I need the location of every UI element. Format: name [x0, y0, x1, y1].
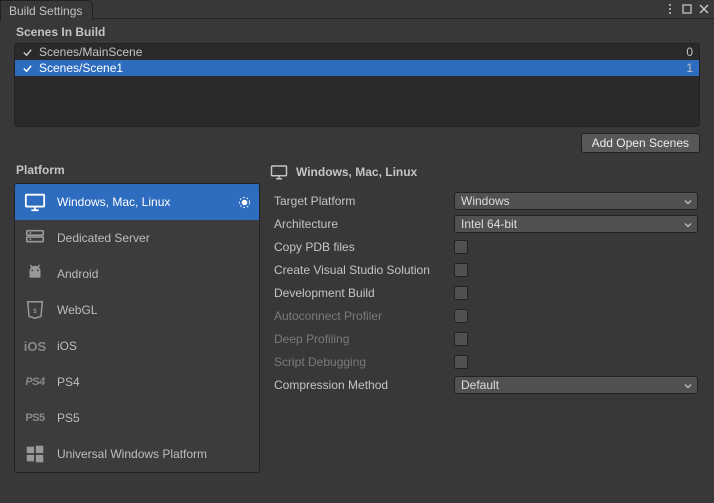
current-target-icon [237, 195, 251, 209]
window-title: Build Settings [9, 4, 82, 18]
select-value: Intel 64-bit [461, 217, 517, 231]
field-development-build: Development Build [270, 283, 698, 302]
maximize-icon[interactable] [680, 2, 694, 16]
copy-pdb-checkbox[interactable] [454, 240, 468, 254]
android-icon [23, 262, 47, 286]
platform-list: Windows, Mac, Linux Dedicated Server And… [14, 183, 260, 473]
ps4-icon: PS4 [23, 370, 47, 394]
window-tab[interactable]: Build Settings [0, 0, 93, 21]
ps5-icon: PS5 [23, 406, 47, 430]
html5-icon: 5 [23, 298, 47, 322]
ios-icon: iOS [23, 334, 47, 358]
scenes-list[interactable]: Scenes/MainScene 0 Scenes/Scene1 1 [14, 43, 700, 127]
platform-item-dedicated-server[interactable]: Dedicated Server [15, 220, 259, 256]
add-open-scenes-button[interactable]: Add Open Scenes [581, 133, 700, 153]
chevron-down-icon [683, 196, 693, 206]
field-deep-profiling: Deep Profiling [270, 329, 698, 348]
platform-item-webgl[interactable]: 5 WebGL [15, 292, 259, 328]
field-label: Deep Profiling [270, 332, 454, 346]
platform-label: Universal Windows Platform [57, 447, 251, 461]
scene-index: 1 [686, 61, 693, 75]
field-compression-method: Compression Method Default [270, 375, 698, 394]
chevron-down-icon [683, 380, 693, 390]
architecture-select[interactable]: Intel 64-bit [454, 215, 698, 233]
close-icon[interactable] [697, 2, 711, 16]
chevron-down-icon [683, 219, 693, 229]
platform-label: PS5 [57, 411, 251, 425]
field-label: Create Visual Studio Solution [270, 263, 454, 277]
select-value: Default [461, 378, 499, 392]
dev-build-checkbox[interactable] [454, 286, 468, 300]
checkbox-checked-icon[interactable] [21, 62, 33, 74]
scene-row[interactable]: Scenes/Scene1 1 [15, 60, 699, 76]
scenes-header: Scenes In Build [0, 19, 714, 43]
platform-label: Windows, Mac, Linux [57, 195, 227, 209]
platform-item-ps4[interactable]: PS4 PS4 [15, 364, 259, 400]
field-create-vs-solution: Create Visual Studio Solution [270, 260, 698, 279]
script-debug-checkbox [454, 355, 468, 369]
platform-label: Dedicated Server [57, 231, 251, 245]
monitor-icon [270, 163, 288, 181]
select-value: Windows [461, 194, 510, 208]
field-label: Autoconnect Profiler [270, 309, 454, 323]
scene-index: 0 [686, 45, 693, 59]
field-target-platform: Target Platform Windows [270, 191, 698, 210]
target-platform-select[interactable]: Windows [454, 192, 698, 210]
field-autoconnect-profiler: Autoconnect Profiler [270, 306, 698, 325]
platform-item-android[interactable]: Android [15, 256, 259, 292]
deep-profiling-checkbox [454, 332, 468, 346]
field-label: Development Build [270, 286, 454, 300]
platform-label: Android [57, 267, 251, 281]
monitor-icon [23, 190, 47, 214]
field-copy-pdb: Copy PDB files [270, 237, 698, 256]
scene-name: Scenes/MainScene [37, 45, 686, 59]
scene-name: Scenes/Scene1 [37, 61, 686, 75]
platform-header: Platform [14, 157, 260, 183]
windows-icon [23, 442, 47, 466]
settings-header: Windows, Mac, Linux [270, 157, 698, 191]
kebab-menu-icon[interactable] [663, 2, 677, 16]
compression-select[interactable]: Default [454, 376, 698, 394]
field-architecture: Architecture Intel 64-bit [270, 214, 698, 233]
field-label: Target Platform [270, 194, 454, 208]
platform-label: WebGL [57, 303, 251, 317]
field-label: Script Debugging [270, 355, 454, 369]
create-vs-checkbox[interactable] [454, 263, 468, 277]
platform-item-windows-mac-linux[interactable]: Windows, Mac, Linux [15, 184, 259, 220]
settings-title: Windows, Mac, Linux [296, 165, 417, 179]
checkbox-checked-icon[interactable] [21, 46, 33, 58]
scene-row[interactable]: Scenes/MainScene 0 [15, 44, 699, 60]
field-label: Copy PDB files [270, 240, 454, 254]
field-label: Compression Method [270, 378, 454, 392]
platform-item-ios[interactable]: iOS iOS [15, 328, 259, 364]
svg-text:5: 5 [33, 308, 37, 315]
platform-label: iOS [57, 339, 251, 353]
titlebar: Build Settings [0, 0, 714, 19]
platform-item-uwp[interactable]: Universal Windows Platform [15, 436, 259, 472]
platform-label: PS4 [57, 375, 251, 389]
field-script-debugging: Script Debugging [270, 352, 698, 371]
server-icon [23, 226, 47, 250]
autoconnect-checkbox [454, 309, 468, 323]
field-label: Architecture [270, 217, 454, 231]
platform-item-ps5[interactable]: PS5 PS5 [15, 400, 259, 436]
